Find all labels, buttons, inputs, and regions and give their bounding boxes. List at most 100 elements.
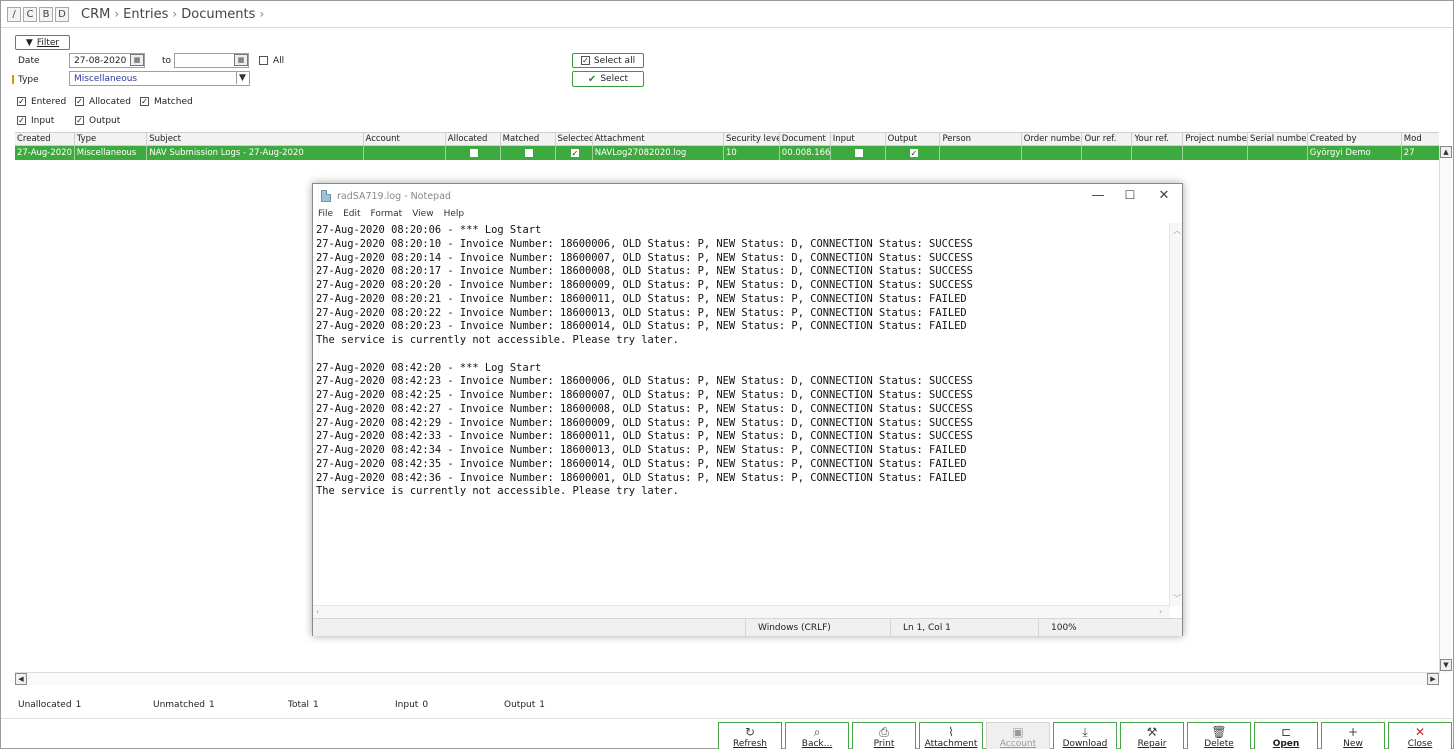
column-header-allocated[interactable]: Allocated	[446, 133, 501, 145]
close-button[interactable]: ✕ Close	[1388, 722, 1452, 749]
menu-view[interactable]: View	[412, 209, 433, 223]
wrench-icon: ⚒	[1146, 725, 1158, 739]
mode-button-b[interactable]: B	[39, 6, 53, 22]
output-checkbox[interactable]: ✓	[75, 116, 84, 125]
entered-checkbox[interactable]: ✓	[17, 97, 26, 106]
allocated-label: Allocated	[89, 97, 131, 107]
grid-horizontal-scrollbar[interactable]	[15, 672, 1439, 685]
column-header-our-ref[interactable]: Our ref.	[1082, 133, 1133, 145]
log-line: The service is currently not accessible.…	[316, 485, 679, 498]
new-button[interactable]: + New	[1321, 722, 1385, 749]
type-select[interactable]: Miscellaneous	[69, 71, 250, 86]
scroll-left-icon[interactable]: ◀	[15, 673, 27, 685]
column-header-account[interactable]: Account	[364, 133, 446, 145]
select-button[interactable]: ✔ Select	[572, 71, 644, 87]
grid-vertical-scrollbar[interactable]	[1439, 146, 1452, 673]
scroll-down-icon[interactable]: ▼	[1440, 659, 1452, 671]
column-header-created-by[interactable]: Created by	[1308, 133, 1402, 145]
notepad-title-bar[interactable]: radSA719.log - Notepad — ☐ ✕	[313, 184, 1182, 208]
column-header-output[interactable]: Output	[886, 133, 941, 145]
column-header-subject[interactable]: Subject	[147, 133, 364, 145]
mode-button-d[interactable]: D	[55, 6, 69, 22]
cell-matched	[501, 146, 556, 160]
column-header-created[interactable]: Created	[15, 133, 75, 145]
notepad-status-bar: Windows (CRLF) Ln 1, Col 1 100%	[313, 618, 1182, 637]
log-line: 27-Aug-2020 08:42:23 - Invoice Number: 1…	[316, 375, 973, 388]
column-header-security-level[interactable]: Security level	[724, 133, 780, 145]
breadcrumb-documents[interactable]: Documents	[181, 7, 255, 22]
matched-cell-checkbox[interactable]	[524, 148, 533, 157]
log-line: 27-Aug-2020 08:42:20 - *** Log Start	[316, 361, 542, 374]
mode-button-slash[interactable]: /	[7, 6, 21, 22]
menu-file[interactable]: File	[318, 209, 333, 223]
refresh-button[interactable]: ↻ Refresh	[718, 722, 782, 749]
input-label: Input	[31, 116, 55, 126]
filter-button[interactable]: ▼ Filter	[15, 35, 70, 50]
breadcrumb-crm[interactable]: CRM	[81, 7, 110, 22]
column-header-your-ref[interactable]: Your ref.	[1132, 133, 1184, 145]
minimize-icon[interactable]: —	[1088, 188, 1108, 203]
input-checkbox[interactable]: ✓	[17, 116, 26, 125]
cell-security-level: 10	[724, 146, 780, 160]
mode-button-c[interactable]: C	[23, 6, 37, 22]
allocated-cell-checkbox[interactable]	[469, 148, 478, 157]
chevron-down-icon[interactable]: ▼	[236, 72, 248, 84]
cell-attachment[interactable]: NAVLog27082020.log	[593, 146, 724, 160]
matched-checkbox[interactable]: ✓	[140, 97, 149, 106]
grid-header: Created Type Subject Account Allocated M…	[15, 132, 1439, 146]
close-icon[interactable]: ✕	[1154, 188, 1174, 203]
column-header-document[interactable]: Document	[780, 133, 831, 145]
column-header-order-number[interactable]: Order number	[1022, 133, 1083, 145]
scroll-up-icon[interactable]: ▲	[1440, 146, 1452, 158]
column-header-mod[interactable]: Mod	[1402, 133, 1439, 145]
back-button[interactable]: ⌕ Back...	[785, 722, 849, 749]
column-header-matched[interactable]: Matched	[501, 133, 556, 145]
scroll-down-icon[interactable]: ﹀	[1173, 593, 1181, 604]
chevron-right-icon: ›	[172, 7, 178, 21]
log-line: 27-Aug-2020 08:42:27 - Invoice Number: 1…	[316, 402, 973, 415]
input-cell-checkbox[interactable]	[854, 148, 863, 157]
maximize-icon[interactable]: ☐	[1120, 188, 1140, 202]
allocated-checkbox[interactable]: ✓	[75, 97, 84, 106]
output-cell-checkbox[interactable]: ✓	[909, 148, 918, 157]
calendar-icon[interactable]: ▦	[234, 54, 248, 66]
output-counter: Output 1	[504, 700, 545, 710]
print-button[interactable]: ⎙ Print	[852, 722, 916, 749]
notepad-vertical-scrollbar[interactable]: ︿ ﹀	[1169, 223, 1182, 606]
scroll-up-icon[interactable]: ︿	[1173, 225, 1181, 236]
column-header-input[interactable]: Input	[831, 133, 886, 145]
download-button[interactable]: ⤓ Download	[1053, 722, 1117, 749]
menu-edit[interactable]: Edit	[343, 209, 360, 223]
column-header-type[interactable]: Type	[75, 133, 148, 145]
notepad-window[interactable]: radSA719.log - Notepad — ☐ ✕ File Edit F…	[312, 183, 1183, 637]
selected-cell-checkbox[interactable]: ✓	[570, 148, 579, 157]
column-header-project-number[interactable]: Project number	[1183, 133, 1249, 145]
select-all-button[interactable]: ✓ Select all	[572, 53, 644, 68]
delete-button[interactable]: 🗑 Delete	[1187, 722, 1251, 749]
attachment-button[interactable]: ⌇ Attachment	[919, 722, 983, 749]
menu-help[interactable]: Help	[444, 209, 465, 223]
scroll-right-icon[interactable]: ▶	[1427, 673, 1439, 685]
status-position: Ln 1, Col 1	[890, 619, 1038, 637]
scroll-right-icon[interactable]: ›	[1159, 607, 1162, 616]
notepad-horizontal-scrollbar[interactable]: ‹ ›	[313, 605, 1170, 618]
table-row[interactable]: 27-Aug-2020 Miscellaneous NAV Submission…	[15, 146, 1439, 160]
open-button[interactable]: ⊏ Open	[1254, 722, 1318, 749]
account-button[interactable]: ▣ Account	[986, 722, 1050, 749]
notepad-file-icon	[321, 190, 331, 202]
funnel-icon: ▼	[25, 37, 33, 48]
scroll-left-icon[interactable]: ‹	[316, 607, 319, 616]
log-line: 27-Aug-2020 08:20:20 - Invoice Number: 1…	[316, 279, 973, 291]
repair-button[interactable]: ⚒ Repair	[1120, 722, 1184, 749]
cell-person	[940, 146, 1022, 160]
column-header-serial-number[interactable]: Serial number	[1248, 133, 1308, 145]
menu-format[interactable]: Format	[371, 209, 403, 223]
calendar-icon[interactable]: ▦	[130, 54, 144, 66]
notepad-text-area[interactable]: 27-Aug-2020 08:20:06 - *** Log Start 27-A…	[313, 223, 1170, 605]
column-header-selected[interactable]: Selected	[556, 133, 593, 145]
breadcrumb-entries[interactable]: Entries	[123, 7, 168, 22]
column-header-attachment[interactable]: Attachment	[593, 133, 724, 145]
column-header-person[interactable]: Person	[940, 133, 1022, 145]
all-checkbox[interactable]	[259, 56, 268, 65]
